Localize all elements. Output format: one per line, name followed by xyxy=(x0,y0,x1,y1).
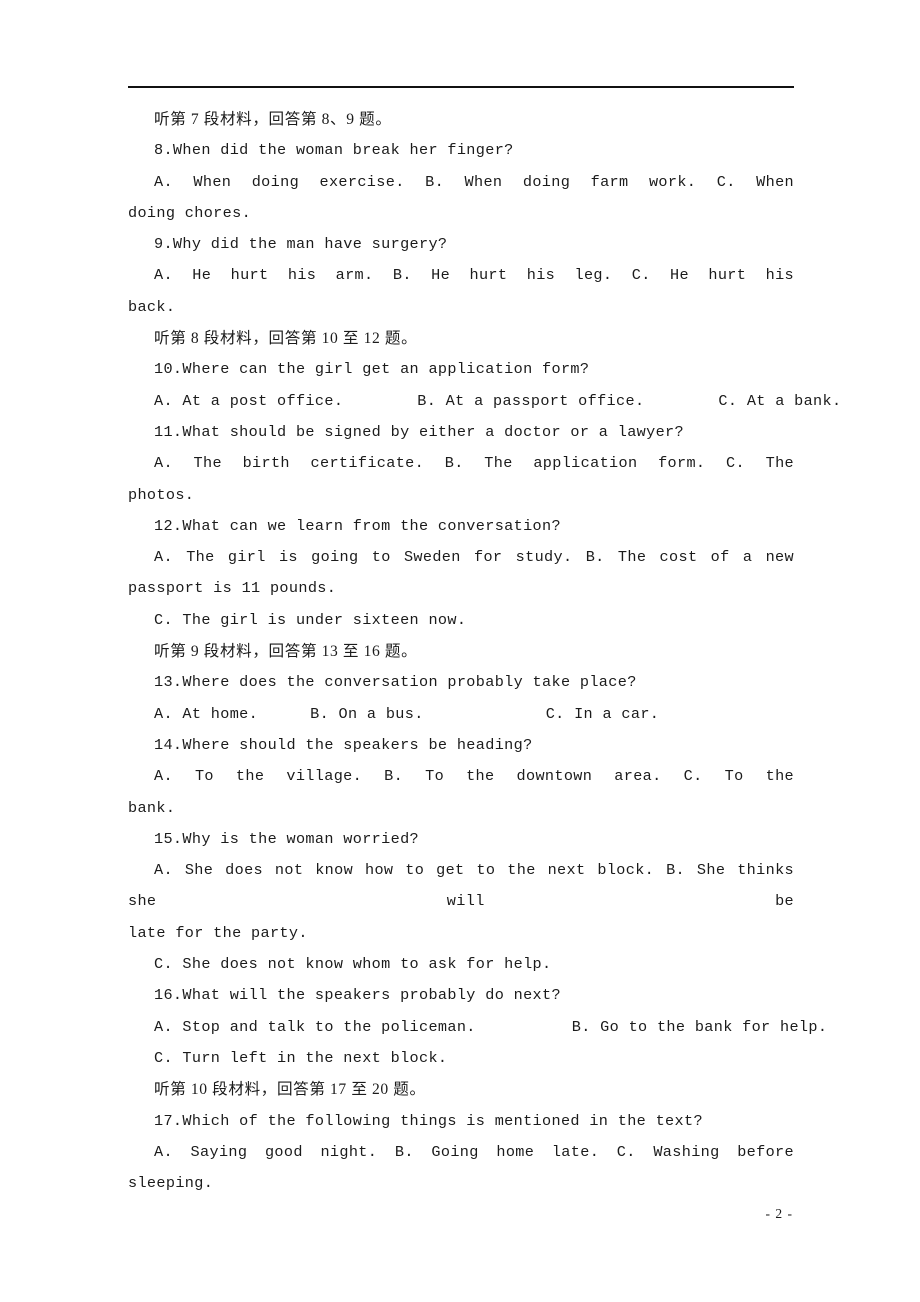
question-15-stem: 15.Why is the woman worried? xyxy=(154,829,419,848)
question-8-stem: 8.When did the woman break her finger? xyxy=(154,141,514,160)
option-14-c-text1: To xyxy=(724,767,744,786)
option-8-b: B. When doing farm work. xyxy=(425,172,697,191)
question-8-options-row1: A. When doing exercise. B. When doing fa… xyxy=(128,167,794,198)
option-13-c: C. In a car. xyxy=(545,704,660,723)
question-12-options-wrap: passport is 11 pounds. xyxy=(128,579,337,598)
option-8-c-text: When xyxy=(756,172,795,191)
option-17-a: A. Saying good night. xyxy=(154,1142,378,1161)
option-14-c-label: C. xyxy=(683,767,703,786)
option-11-c-label: C. xyxy=(726,454,745,473)
question-14-options-row1: A. To the village. B. To the downtown ar… xyxy=(128,761,794,792)
listening-direction-8: 听第 8 段材料，回答第 10 至 12 题。 xyxy=(154,330,418,348)
question-10-stem: 10.Where can the girl get an application… xyxy=(154,360,590,379)
option-11-c-text: The xyxy=(765,454,795,473)
question-11-options-row1: A. The birth certificate. B. The applica… xyxy=(128,448,794,479)
option-11-b: B. The application form. xyxy=(444,454,706,473)
header-rule xyxy=(128,86,794,88)
option-10-c: C. At a bank. xyxy=(718,391,842,410)
question-11-stem: 11.What should be signed by either a doc… xyxy=(154,422,684,441)
option-14-c-text2: the xyxy=(765,767,795,786)
question-10-options: A. At a post office. B. At a passport off… xyxy=(128,386,841,417)
option-16-a: A. Stop and talk to the policeman. xyxy=(154,1017,476,1036)
option-16-b: B. Go to the bank for help. xyxy=(571,1017,828,1036)
question-16-option-c: C. Turn left in the next block. xyxy=(154,1048,448,1067)
question-11-options-wrap: photos. xyxy=(128,485,195,504)
listening-direction-9: 听第 9 段材料，回答第 13 至 16 题。 xyxy=(154,643,418,661)
question-13-stem: 13.Where does the conversation probably … xyxy=(154,673,637,692)
option-13-a: A. At home. xyxy=(154,704,259,723)
question-14-stem: 14.Where should the speakers be heading? xyxy=(154,735,533,754)
question-15-options: A. She does not know how to get to the n… xyxy=(128,855,794,949)
question-8-options-wrap: doing chores. xyxy=(128,203,252,222)
question-content: 听第 7 段材料，回答第 8、9 题。 8.When did the woman… xyxy=(128,104,841,1200)
option-15-a: A. She does not know how to get to the n… xyxy=(154,861,655,880)
question-15-option-c: C. She does not know whom to ask for hel… xyxy=(154,955,552,974)
option-9-a: A. He hurt his arm. xyxy=(154,266,374,285)
question-14-options: A. To the village. B. To the downtown ar… xyxy=(128,761,794,824)
option-8-a: A. When doing exercise. xyxy=(154,172,405,191)
option-9-b: B. He hurt his leg. xyxy=(392,266,613,285)
question-17-options: A. Saying good night. B. Going home late… xyxy=(128,1137,794,1200)
question-16-stem: 16.What will the speakers probably do ne… xyxy=(154,986,561,1005)
listening-direction-10: 听第 10 段材料，回答第 17 至 20 题。 xyxy=(154,1081,426,1099)
option-14-b: B. To the downtown area. xyxy=(384,767,662,786)
question-12-options-row1: A. The girl is going to Sweden for study… xyxy=(128,542,794,573)
question-16-options-row1: A. Stop and talk to the policeman. B. Go … xyxy=(128,1012,827,1043)
option-9-c: C. He hurt his xyxy=(631,266,794,285)
page-number: - 2 - xyxy=(765,1206,793,1221)
option-8-c-label: C. xyxy=(716,172,736,191)
option-11-a: A. The birth certificate. xyxy=(154,454,425,473)
question-12-stem: 12.What can we learn from the conversati… xyxy=(154,516,561,535)
question-17-stem: 17.Which of the following things is ment… xyxy=(154,1111,703,1130)
question-9-options-row1: A. He hurt his arm. B. He hurt his leg. … xyxy=(128,260,794,291)
question-9-options: A. He hurt his arm. B. He hurt his leg. … xyxy=(128,260,794,323)
question-13-options: A. At home. B. On a bus. C. In a car. xyxy=(128,699,794,730)
option-13-b: B. On a bus. xyxy=(310,704,424,723)
question-12-options: A. The girl is going to Sweden for study… xyxy=(128,542,794,605)
option-17-c: C. Washing before xyxy=(616,1142,794,1161)
listening-direction-7: 听第 7 段材料，回答第 8、9 题。 xyxy=(154,111,392,128)
option-12-b: B. The cost of a new xyxy=(585,548,794,567)
option-12-a: A. The girl is going to Sweden for study… xyxy=(154,548,573,567)
option-17-b: B. Going home late. xyxy=(394,1142,600,1161)
question-8-options: A. When doing exercise. B. When doing fa… xyxy=(128,167,794,230)
option-10-a: A. At a post office. xyxy=(154,391,344,410)
option-14-a: A. To the village. xyxy=(154,767,363,786)
question-15-options-wrap: late for the party. xyxy=(128,923,308,942)
question-11-options: A. The birth certificate. B. The applica… xyxy=(128,448,794,511)
option-10-b: B. At a passport office. xyxy=(417,391,645,410)
question-17-options-wrap: sleeping. xyxy=(128,1174,214,1193)
question-17-options-row1: A. Saying good night. B. Going home late… xyxy=(128,1137,794,1168)
exam-page: 听第 7 段材料，回答第 8、9 题。 8.When did the woman… xyxy=(0,0,920,1302)
question-9-stem: 9.Why did the man have surgery? xyxy=(154,235,448,254)
question-9-options-wrap: back. xyxy=(128,297,176,316)
question-12-option-c: C. The girl is under sixteen now. xyxy=(154,610,467,629)
question-15-options-row1: A. She does not know how to get to the n… xyxy=(128,855,794,918)
question-14-options-wrap: bank. xyxy=(128,798,176,817)
